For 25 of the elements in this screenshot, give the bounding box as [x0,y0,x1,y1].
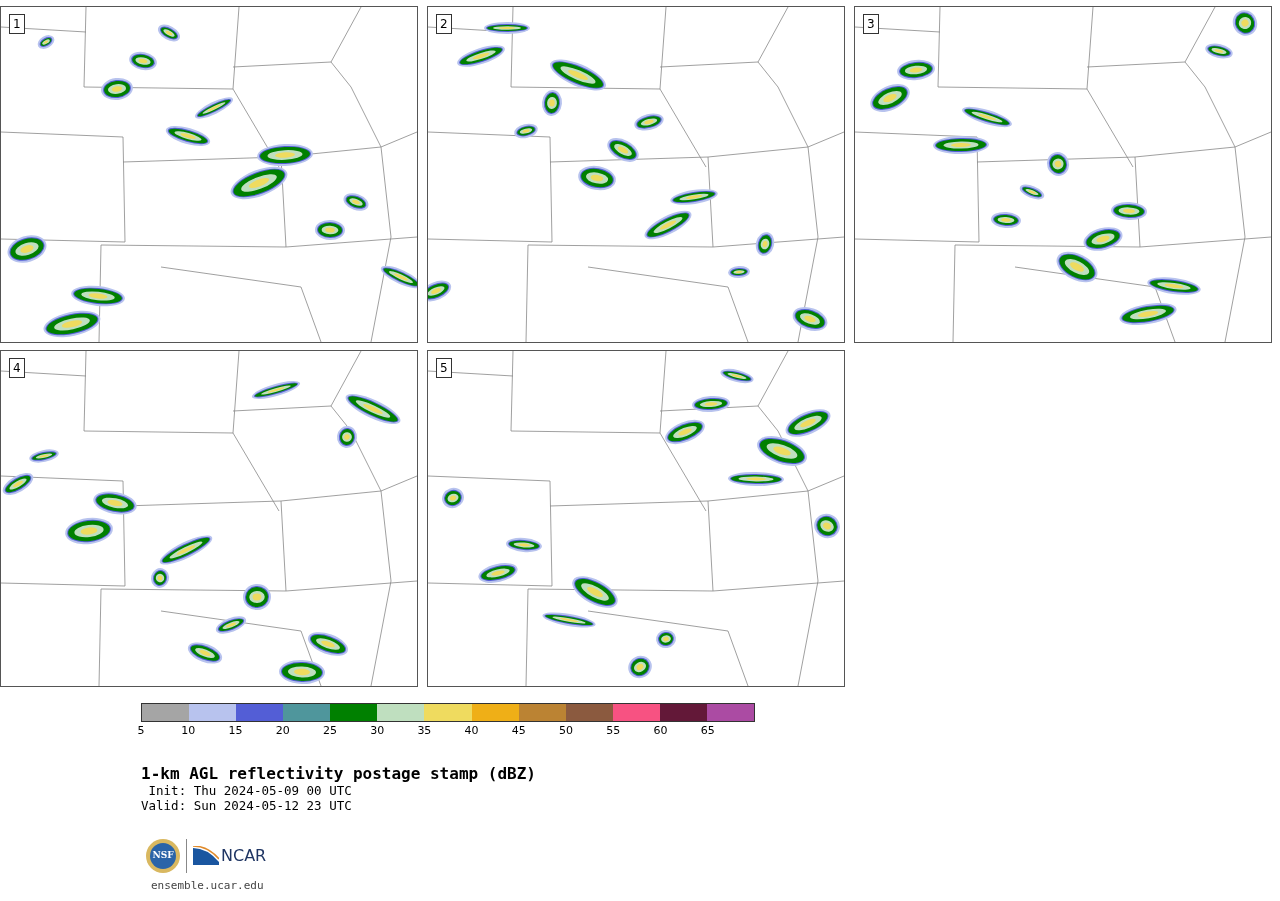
tick-label: 20 [275,724,290,738]
init-time: Init: Thu 2024-05-09 00 UTC [147,783,353,798]
tick-label: 65 [700,724,715,738]
panel-number: 1 [9,14,25,34]
tick-label: 5 [137,724,145,738]
tick-label: 10 [181,724,196,738]
panel-number: 4 [9,358,25,378]
panel-number: 5 [436,358,452,378]
tick-label: 15 [228,724,243,738]
ncar-text: NCAR [221,847,267,865]
tick-label: 40 [464,724,479,738]
chart-title: 1-km AGL reflectivity postage stamp (dBZ) [141,765,537,783]
panel-number: 2 [436,14,452,34]
nsf-text: NSF [150,843,176,869]
tick-label: 30 [370,724,385,738]
tick-label: 55 [606,724,621,738]
tick-label: 45 [511,724,526,738]
tick-label: 60 [653,724,668,738]
valid-time: Valid: Sun 2024-05-12 23 UTC [141,798,353,813]
panel-number: 3 [863,14,879,34]
website-url: ensemble.ucar.edu [151,879,265,892]
ncar-swoosh-icon [193,846,219,866]
tick-label: 25 [322,724,337,738]
tick-label: 35 [417,724,432,738]
tick-label: 50 [559,724,574,738]
